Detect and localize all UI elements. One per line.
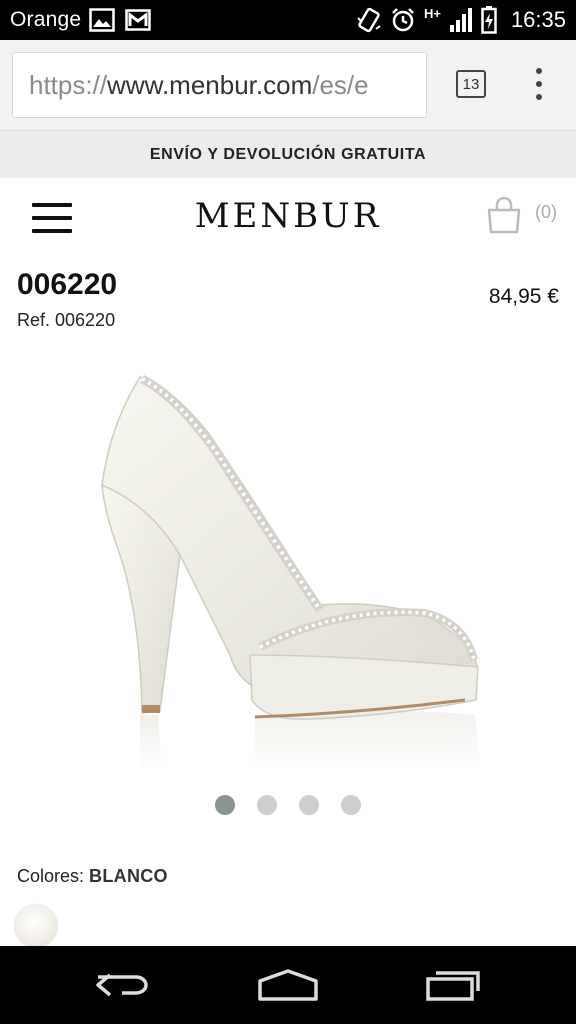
url-field[interactable]: https://www.menbur.com/es/e	[12, 52, 427, 118]
product-price: 84,95 €	[488, 285, 559, 308]
system-icons: H+ 16:35	[356, 6, 566, 34]
vibrate-icon	[357, 7, 381, 33]
recent-apps-icon[interactable]	[424, 967, 484, 1003]
gmail-notification-icon	[125, 9, 151, 31]
promo-banner[interactable]: ENVÍO Y DEVOLUCIÓN GRATUITA	[0, 130, 576, 178]
product-title: 006220	[17, 268, 118, 301]
browser-toolbar: https://www.menbur.com/es/e 13	[0, 40, 576, 130]
clock: 16:35	[510, 7, 566, 32]
selected-color: BLANCO	[89, 866, 168, 886]
status-bar: Orange H+ 16:35	[0, 0, 576, 40]
menu-dot-icon	[536, 68, 542, 74]
url-path: /es/e	[312, 69, 369, 100]
menu-dot-icon	[536, 94, 542, 100]
back-icon[interactable]	[92, 967, 152, 1003]
carousel-dot[interactable]	[215, 795, 235, 815]
alarm-icon	[392, 8, 414, 32]
color-swatch-blanco[interactable]	[15, 905, 57, 947]
colors-caption: Colores:	[17, 866, 85, 886]
product-reference: Ref. 006220	[17, 310, 116, 330]
network-type-icon: H+	[423, 5, 441, 21]
carrier-name: Orange	[10, 8, 82, 31]
signal-icon	[449, 8, 472, 32]
url-host: www.menbur.com	[107, 69, 313, 100]
cart-count[interactable]: (0)	[535, 202, 557, 223]
menu-dot-icon	[536, 81, 542, 87]
android-nav-bar	[0, 946, 576, 1024]
carousel-dot[interactable]	[341, 795, 361, 815]
product-image[interactable]	[80, 355, 500, 775]
image-notification-icon	[89, 8, 115, 32]
colors-label: Colores: BLANCO	[17, 866, 168, 887]
site-header: MENBUR (0)	[0, 178, 576, 258]
home-icon[interactable]	[256, 967, 320, 1003]
carousel-dot[interactable]	[299, 795, 319, 815]
battery-charging-icon	[481, 6, 497, 34]
overflow-menu-button[interactable]	[526, 64, 552, 104]
image-carousel-indicator	[0, 795, 576, 815]
carousel-dot[interactable]	[257, 795, 277, 815]
url-scheme: https://	[29, 69, 108, 100]
shopping-bag-icon[interactable]	[485, 196, 523, 234]
tabs-button[interactable]: 13	[456, 70, 486, 98]
notification-icons	[89, 8, 151, 32]
